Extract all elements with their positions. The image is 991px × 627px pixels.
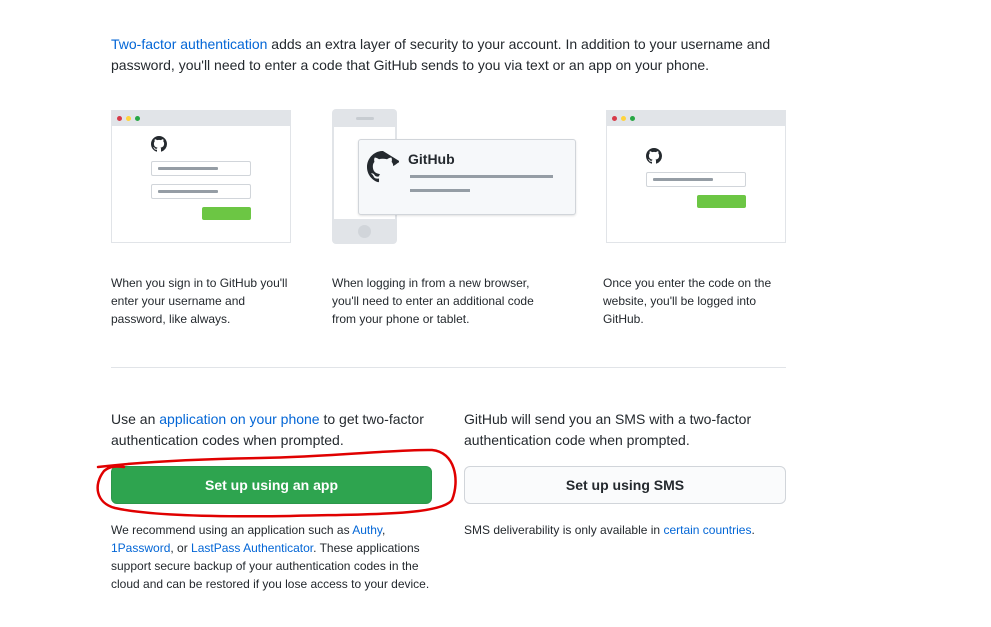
section-divider — [111, 367, 786, 368]
setup-app-button-label: Set up using an app — [204, 477, 338, 493]
password-mock-input — [151, 184, 251, 199]
minimize-dot-icon — [621, 116, 626, 121]
maximize-dot-icon — [135, 116, 140, 121]
phone-illustration: GitHub — [332, 109, 577, 245]
app-option-description: Use an application on your phone to get … — [111, 409, 431, 451]
username-mock-input — [151, 161, 251, 176]
two-factor-link[interactable]: Two-factor authentication — [111, 36, 267, 52]
setup-sms-button-label: Set up using SMS — [565, 477, 685, 493]
setup-app-button[interactable]: Set up using an app — [111, 466, 432, 504]
notification-line — [410, 189, 470, 192]
notification-title: GitHub — [408, 151, 455, 167]
note-separator: , — [382, 523, 386, 537]
notification-line — [410, 175, 553, 178]
phone-speaker — [356, 117, 374, 120]
code-mock-input — [646, 172, 746, 187]
note-text: SMS deliverability is only available in — [464, 523, 664, 537]
intro-paragraph: Two-factor authentication adds an extra … — [111, 34, 791, 76]
notification-card: GitHub — [358, 139, 576, 215]
app-text-before: Use an — [111, 411, 160, 427]
code-entry-illustration — [606, 110, 786, 243]
close-dot-icon — [117, 116, 122, 121]
certain-countries-link[interactable]: certain countries — [663, 523, 751, 537]
setup-sms-button[interactable]: Set up using SMS — [464, 466, 786, 504]
maximize-dot-icon — [630, 116, 635, 121]
note-separator: , or — [170, 541, 192, 555]
close-dot-icon — [612, 116, 617, 121]
app-recommendation-note: We recommend using an application such a… — [111, 521, 431, 593]
note-text: We recommend using an application such a… — [111, 523, 353, 537]
browser-bar — [112, 111, 290, 126]
note-text: . — [751, 523, 755, 537]
phone-home-button — [358, 225, 371, 238]
caption-new-browser: When logging in from a new browser, you'… — [332, 276, 534, 326]
signin-mock-button — [202, 207, 251, 220]
verify-mock-button — [697, 195, 746, 208]
github-logo-icon — [151, 136, 167, 152]
caption-signin: When you sign in to GitHub you'll enter … — [111, 276, 288, 326]
app-on-phone-link[interactable]: application on your phone — [159, 411, 319, 427]
signin-illustration — [111, 110, 291, 243]
github-logo-icon — [367, 151, 399, 183]
caption-logged-in: Once you enter the code on the website, … — [603, 276, 772, 326]
browser-bar — [607, 111, 785, 126]
sms-option-description: GitHub will send you an SMS with a two-f… — [464, 411, 752, 448]
github-logo-icon — [646, 148, 662, 164]
minimize-dot-icon — [126, 116, 131, 121]
authy-link[interactable]: Authy — [352, 523, 382, 537]
1password-link[interactable]: 1Password — [111, 541, 170, 555]
sms-availability-note: SMS deliverability is only available in … — [464, 521, 784, 539]
lastpass-link[interactable]: LastPass Authenticator — [191, 541, 313, 555]
